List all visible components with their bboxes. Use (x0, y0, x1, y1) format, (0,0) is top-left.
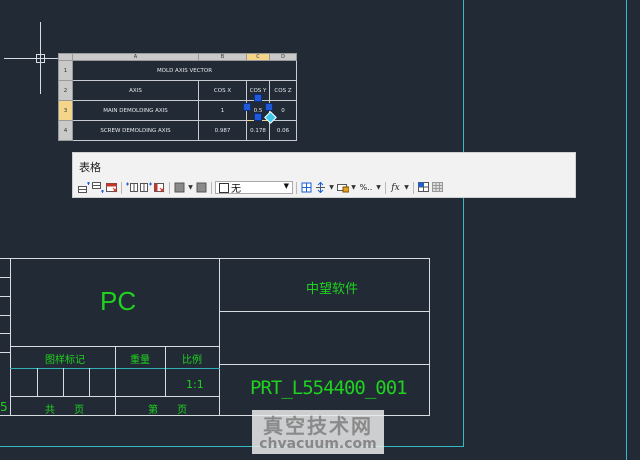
grip-left[interactable] (243, 103, 251, 111)
row-header[interactable]: 1 (58, 60, 73, 81)
left-number: 5 (0, 400, 8, 414)
match-cell-icon[interactable] (417, 181, 430, 194)
toolbar-separator (211, 181, 212, 194)
grip-bottom[interactable] (254, 113, 262, 121)
data-format-button[interactable]: %.. (358, 181, 374, 194)
delete-row-button[interactable] (105, 181, 118, 194)
grip-right[interactable] (265, 103, 273, 111)
chevron-down-icon: ▼ (283, 182, 289, 190)
merge-dropdown-arrow[interactable]: ▼ (187, 184, 194, 191)
table-row: 4 SCREW DEMOLDING AXIS 0.987 0.178 0.06 (58, 120, 297, 141)
insert-column-right-button[interactable] (139, 181, 152, 194)
table-cell[interactable]: 1 (198, 100, 247, 121)
grip-top[interactable] (254, 94, 262, 102)
toolbar-separator (296, 181, 297, 194)
label-sheet-number: 第 页 (148, 405, 196, 416)
row-header[interactable]: 3 (58, 100, 73, 121)
table-title-cell[interactable]: MOLD AXIS VECTOR (72, 60, 297, 81)
insert-row-below-button[interactable] (91, 181, 104, 194)
border-swatch-icon (219, 182, 229, 193)
watermark-url: chvacuum.com (259, 436, 377, 452)
table-cell[interactable]: 0.178 (246, 120, 270, 141)
toolbar-separator (121, 181, 122, 194)
table-cell[interactable]: SCREW DEMOLDING AXIS (72, 120, 199, 141)
table-cell[interactable]: 0.987 (198, 120, 247, 141)
dropdown-value: 无 (231, 184, 241, 195)
table-cell[interactable]: MAIN DEMOLDING AXIS (72, 100, 199, 121)
label-weight: 重量 (130, 355, 150, 366)
toolbar-separator (169, 181, 170, 194)
watermark: 真空技术网 chvacuum.com (252, 410, 384, 454)
format-dropdown-arrow[interactable]: ▼ (375, 184, 382, 191)
table-row: 1 MOLD AXIS VECTOR (58, 60, 297, 81)
row-header[interactable]: 4 (58, 120, 73, 141)
unmerge-cells-icon[interactable] (195, 181, 208, 194)
table-cell[interactable]: AXIS (72, 80, 199, 101)
watermark-title: 真空技术网 (263, 414, 373, 438)
lock-dropdown-arrow[interactable]: ▼ (350, 184, 357, 191)
label-scale: 比例 (182, 355, 202, 366)
table-cell[interactable]: COS X (198, 80, 247, 101)
toolbar-separator (385, 181, 386, 194)
scale-value: 1:1 (186, 378, 204, 391)
table-toolbar-panel: 表格 ▼ 无 ▼ ▼ ▼ %.. ▼ fx ▼ (72, 152, 576, 198)
insert-row-above-button[interactable] (77, 181, 90, 194)
col-header-d[interactable]: D (269, 53, 297, 61)
merge-cells-icon[interactable] (173, 181, 186, 194)
table-cell[interactable]: COS Z (269, 80, 297, 101)
panel-title: 表格 (79, 161, 101, 174)
drawing-number: PRT_L554400_001 (250, 377, 408, 399)
company-name: 中望软件 (306, 282, 359, 297)
corner-cell (58, 53, 73, 61)
cell-border-dropdown[interactable]: 无 ▼ (215, 181, 293, 195)
row-header[interactable]: 2 (58, 80, 73, 101)
col-header-b[interactable]: B (198, 53, 247, 61)
label-total-pages: 共 页 (45, 405, 93, 416)
toolbar-row: ▼ 无 ▼ ▼ ▼ %.. ▼ fx ▼ (77, 180, 571, 195)
alignment-icon[interactable] (314, 181, 327, 194)
link-cell-icon[interactable] (431, 181, 444, 194)
insert-column-left-button[interactable] (125, 181, 138, 194)
delete-column-button[interactable] (153, 181, 166, 194)
lock-cells-icon[interactable] (336, 181, 349, 194)
formula-dropdown-arrow[interactable]: ▼ (403, 184, 410, 191)
label-mark: 图样标记 (45, 355, 85, 366)
col-header-a[interactable]: A (72, 53, 199, 61)
col-header-c[interactable]: C (246, 53, 270, 61)
insert-formula-button[interactable]: fx (389, 181, 402, 194)
alignment-dropdown-arrow[interactable]: ▼ (328, 184, 335, 191)
material-text: PC (100, 286, 137, 316)
cell-borders-icon[interactable] (300, 181, 313, 194)
table-cell[interactable]: 0.06 (269, 120, 297, 141)
toolbar-separator (413, 181, 414, 194)
